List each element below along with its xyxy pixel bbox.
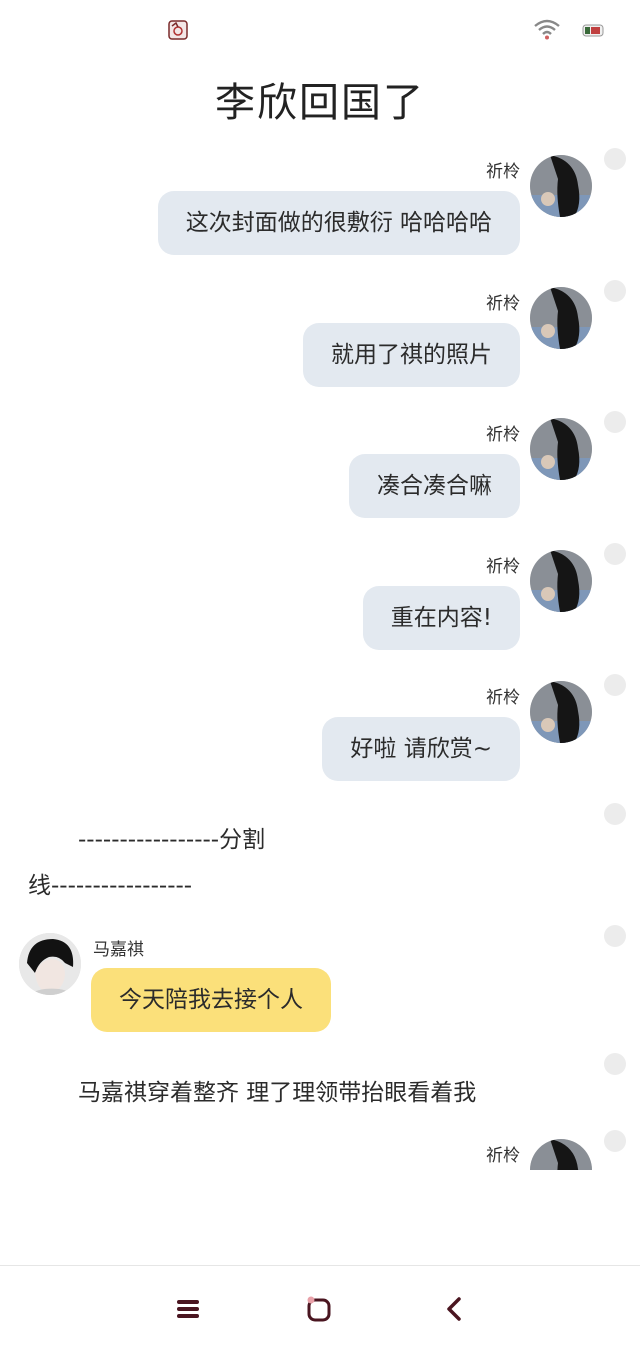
select-dot[interactable] — [604, 1053, 626, 1075]
chat-message[interactable]: 祈柃 重在内容! — [0, 540, 640, 660]
chat-message[interactable]: 祈柃 凑合凑合嘛 — [0, 408, 640, 528]
home-icon[interactable] — [304, 1294, 334, 1324]
message-bubble[interactable]: 这次封面做的很敷衍 哈哈哈哈 — [157, 191, 520, 255]
chat-message[interactable]: 祈柃 这次封面做的很敷衍 哈哈哈哈 — [0, 145, 640, 265]
select-dot[interactable] — [604, 674, 626, 696]
narration-text: 马嘉祺穿着整齐 理了理领带抬眼看着我 — [78, 1080, 477, 1106]
sender-name: 祈柃 — [486, 162, 520, 182]
chat-message[interactable]: 祈柃 — [0, 1130, 640, 1170]
avatar[interactable] — [530, 681, 592, 743]
back-icon[interactable] — [440, 1294, 470, 1324]
wifi-icon — [534, 19, 560, 40]
select-dot[interactable] — [604, 148, 626, 170]
page-title: 李欣回国了 — [215, 80, 425, 126]
divider-line-2: 线----------------- — [28, 873, 193, 899]
select-dot[interactable] — [604, 925, 626, 947]
avatar[interactable] — [530, 418, 592, 480]
avatar[interactable] — [19, 933, 81, 995]
sender-name: 祈柃 — [486, 294, 520, 314]
status-bar — [0, 0, 640, 60]
select-dot[interactable] — [604, 280, 626, 302]
message-bubble[interactable]: 重在内容! — [362, 586, 520, 650]
app-icon — [168, 20, 188, 40]
navigation-bar — [0, 1265, 640, 1352]
sender-name: 祈柃 — [486, 557, 520, 577]
menu-icon[interactable] — [173, 1294, 203, 1324]
message-bubble[interactable]: 今天陪我去接个人 — [91, 968, 331, 1032]
divider-block[interactable]: -----------------分割 线----------------- — [0, 800, 640, 900]
chat-message[interactable]: 祈柃 好啦 请欣赏~ — [0, 671, 640, 791]
message-bubble[interactable]: 就用了祺的照片 — [303, 323, 520, 387]
avatar[interactable] — [530, 550, 592, 612]
message-bubble[interactable]: 凑合凑合嘛 — [349, 454, 520, 518]
chat-message[interactable]: 马嘉祺 今天陪我去接个人 — [0, 925, 640, 1040]
select-dot[interactable] — [604, 411, 626, 433]
divider-line-1: -----------------分割 — [78, 827, 266, 853]
battery-icon — [582, 24, 604, 37]
sender-name: 马嘉祺 — [93, 940, 144, 960]
narration-block[interactable]: 马嘉祺穿着整齐 理了理领带抬眼看着我 — [0, 1053, 640, 1113]
avatar[interactable] — [530, 1139, 592, 1170]
avatar[interactable] — [530, 155, 592, 217]
select-dot[interactable] — [604, 803, 626, 825]
sender-name: 祈柃 — [486, 1146, 520, 1166]
sender-name: 祈柃 — [486, 425, 520, 445]
avatar[interactable] — [530, 287, 592, 349]
select-dot[interactable] — [604, 1130, 626, 1152]
select-dot[interactable] — [604, 543, 626, 565]
chat-message[interactable]: 祈柃 就用了祺的照片 — [0, 277, 640, 397]
sender-name: 祈柃 — [486, 688, 520, 708]
message-bubble[interactable]: 好啦 请欣赏~ — [322, 717, 520, 781]
